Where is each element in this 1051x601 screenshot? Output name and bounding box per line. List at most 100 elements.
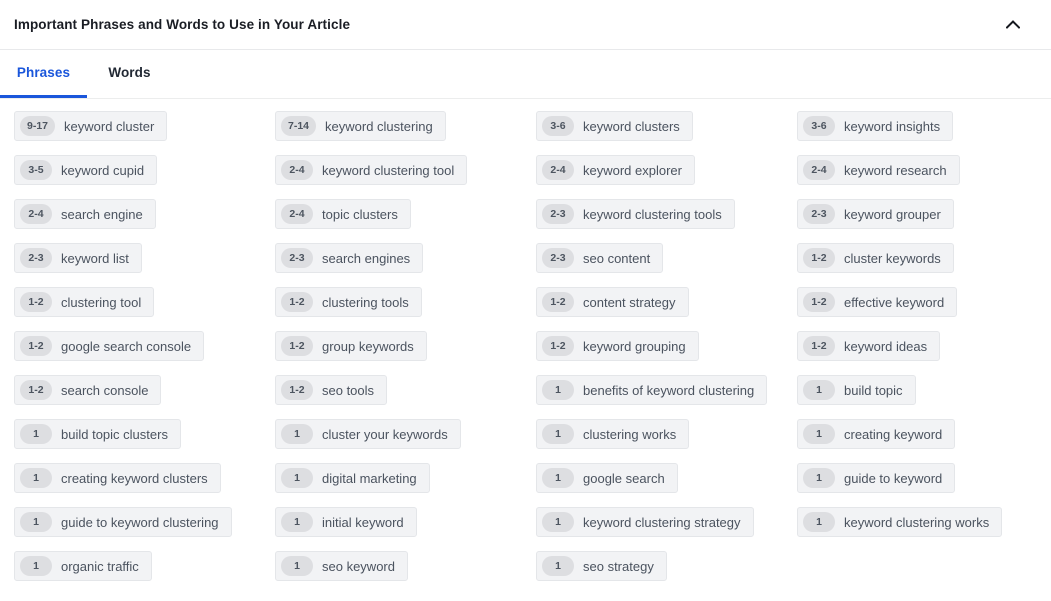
chip-label: seo keyword [322,558,395,574]
keyword-chip[interactable]: 1-2 clustering tools [275,287,422,317]
page-title: Important Phrases and Words to Use in Yo… [14,17,351,32]
keyword-chip[interactable]: 1 creating keyword clusters [14,463,221,493]
chip-count-badge: 3-5 [20,160,52,180]
keyword-chip[interactable]: 7-14 keyword clustering [275,111,446,141]
keyword-chip[interactable]: 3-6 keyword insights [797,111,954,141]
keyword-chip[interactable]: 2-4 keyword explorer [536,155,695,185]
keyword-chip-grid: 9-17 keyword cluster 3-5 keyword cupid 2-4 se… [0,99,1051,595]
chip-label: benefits of keyword clustering [583,382,755,398]
chevron-up-glyph [1006,20,1020,29]
keyword-chip[interactable]: 2-3 keyword list [14,243,142,273]
keyword-chip[interactable]: 1 guide to keyword clustering [14,507,232,537]
keyword-chip[interactable]: 1 digital marketing [275,463,430,493]
keyword-chip[interactable]: 2-4 topic clusters [275,199,411,229]
chip-count-badge: 3-6 [542,116,574,136]
chip-label: cluster your keywords [322,426,448,442]
keyword-chip[interactable]: 1 cluster your keywords [275,419,461,449]
chip-count-badge: 2-4 [542,160,574,180]
chip-label: search console [61,382,149,398]
chip-count-badge: 3-6 [803,116,835,136]
tab-words-label: Words [108,65,151,80]
chip-label: topic clusters [322,206,398,222]
chip-count-badge: 1 [542,424,574,444]
keyword-chip[interactable]: 2-3 keyword clustering tools [536,199,735,229]
keyword-chip[interactable]: 1 build topic [797,375,916,405]
keyword-chip[interactable]: 1-2 group keywords [275,331,427,361]
chip-label: initial keyword [322,514,404,530]
keyword-chip[interactable]: 2-4 search engine [14,199,156,229]
chevron-up-icon[interactable] [999,11,1027,39]
chip-count-badge: 2-4 [281,160,313,180]
keyword-chip[interactable]: 1 creating keyword [797,419,956,449]
keyword-chip[interactable]: 3-6 keyword clusters [536,111,693,141]
tab-phrases[interactable]: Phrases [0,50,87,98]
keyword-chip[interactable]: 1-2 search console [14,375,162,405]
keyword-chip[interactable]: 1 initial keyword [275,507,417,537]
chip-count-badge: 2-4 [20,204,52,224]
chip-count-badge: 1-2 [20,336,52,356]
chip-label: organic traffic [61,558,139,574]
keyword-chip[interactable]: 1 guide to keyword [797,463,956,493]
keyword-chip[interactable]: 1-2 google search console [14,331,205,361]
chip-label: build topic [844,382,903,398]
keyword-chip[interactable]: 1 keyword clustering works [797,507,1003,537]
keyword-chip[interactable]: 1-2 keyword grouping [536,331,699,361]
chip-count-badge: 1-2 [803,248,835,268]
keyword-chip[interactable]: 1 seo keyword [275,551,408,581]
keyword-chip[interactable]: 3-5 keyword cupid [14,155,158,185]
chip-count-badge: 2-3 [281,248,313,268]
chip-label: keyword clustering tool [322,162,455,178]
chip-label: seo content [583,250,651,266]
keyword-chip[interactable]: 1-2 effective keyword [797,287,958,317]
keyword-chip[interactable]: 2-3 search engines [275,243,424,273]
chip-label: keyword grouping [583,338,686,354]
keyword-chip[interactable]: 1 benefits of keyword clustering [536,375,768,405]
chip-label: keyword clusters [583,118,680,134]
tab-bar: Phrases Words [0,50,1051,99]
keyword-chip[interactable]: 1-2 clustering tool [14,287,155,317]
chip-label: google search console [61,338,192,354]
keyword-chip[interactable]: 1 build topic clusters [14,419,181,449]
keyword-chip[interactable]: 1 google search [536,463,678,493]
chip-label: content strategy [583,294,676,310]
keyword-chip[interactable]: 1-2 cluster keywords [797,243,954,273]
keyword-chip[interactable]: 2-3 seo content [536,243,664,273]
chip-count-badge: 1 [281,424,313,444]
chip-count-badge: 1-2 [20,292,52,312]
keyword-chip[interactable]: 2-4 keyword clustering tool [275,155,468,185]
chip-count-badge: 1 [803,468,835,488]
keyword-chip[interactable]: 2-3 keyword grouper [797,199,954,229]
chip-count-badge: 2-4 [803,160,835,180]
chip-count-badge: 1-2 [803,292,835,312]
chip-count-badge: 1 [542,556,574,576]
keyword-chip[interactable]: 1-2 seo tools [275,375,388,405]
chip-count-badge: 1 [803,424,835,444]
chip-label: keyword grouper [844,206,941,222]
chip-label: seo tools [322,382,375,398]
chip-label: cluster keywords [844,250,941,266]
keyword-chip[interactable]: 1-2 keyword ideas [797,331,941,361]
chip-label: keyword clustering strategy [583,514,741,530]
chip-label: search engine [61,206,143,222]
chip-label: keyword explorer [583,162,682,178]
chip-label: keyword insights [844,118,941,134]
chip-column: 3-6 keyword clusters 2-4 keyword explorer 2-… [522,111,783,595]
chip-count-badge: 9-17 [20,116,56,136]
keyword-chip[interactable]: 1 organic traffic [14,551,152,581]
chip-label: effective keyword [844,294,945,310]
keyword-chip[interactable]: 1 clustering works [536,419,690,449]
keyword-chip[interactable]: 2-4 keyword research [797,155,960,185]
keyword-chip[interactable]: 1 seo strategy [536,551,667,581]
chip-count-badge: 1 [20,424,52,444]
chip-label: keyword cupid [61,162,145,178]
chip-count-badge: 2-3 [803,204,835,224]
chip-count-badge: 2-4 [281,204,313,224]
chip-count-badge: 1 [20,468,52,488]
keyword-chip[interactable]: 1-2 content strategy [536,287,689,317]
chip-label: creating keyword [844,426,943,442]
chip-count-badge: 1 [542,468,574,488]
chip-label: keyword ideas [844,338,928,354]
keyword-chip[interactable]: 1 keyword clustering strategy [536,507,754,537]
tab-words[interactable]: Words [87,50,172,98]
keyword-chip[interactable]: 9-17 keyword cluster [14,111,168,141]
